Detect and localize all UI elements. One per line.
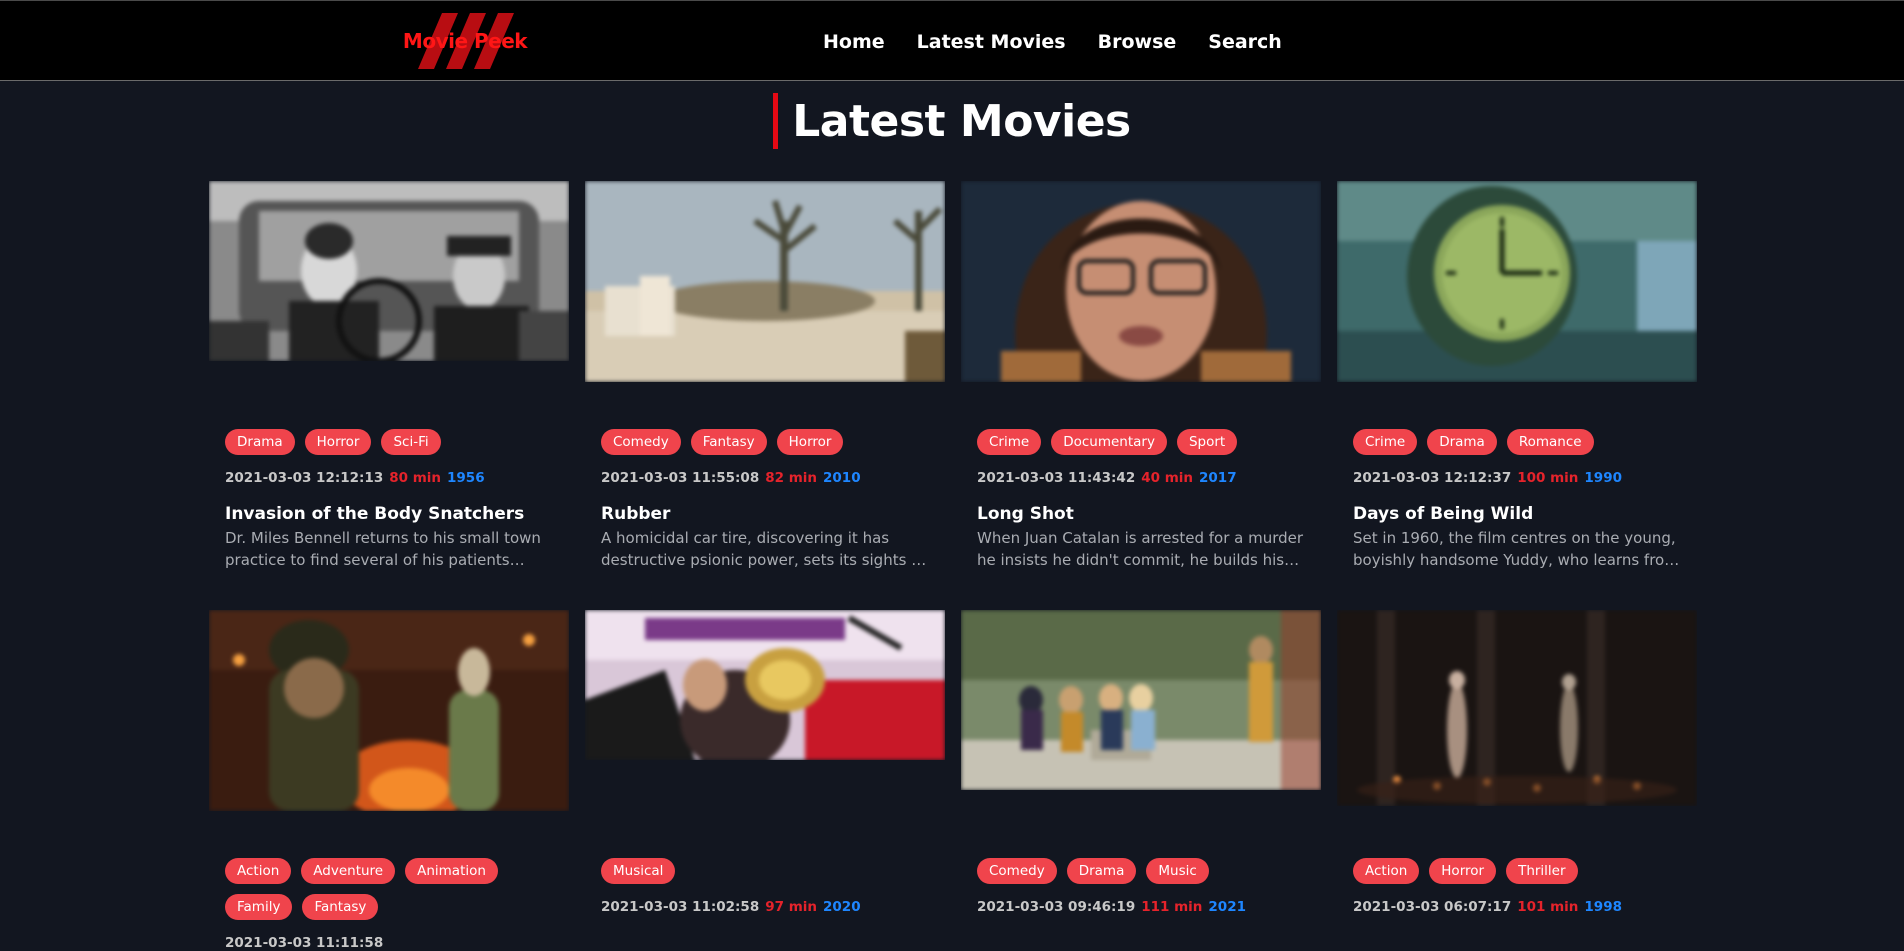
movie-title[interactable]: Invasion of the Body Snatchers [225, 504, 555, 524]
genre-tags: Comedy Fantasy Horror [601, 429, 941, 465]
genre-tag[interactable]: Sci-Fi [381, 429, 441, 455]
genre-tag[interactable]: Crime [1353, 429, 1418, 455]
movie-meta: 2021-03-03 06:07:17 101 min 1998 [1353, 899, 1622, 915]
duration: 40 min [1141, 470, 1194, 486]
release-date: 2021-03-03 12:12:37 [1353, 470, 1512, 486]
movie-meta: 2021-03-03 11:02:58 97 min 2020 [601, 899, 861, 915]
genre-tag[interactable]: Music [1146, 858, 1209, 884]
genre-tag[interactable]: Crime [977, 429, 1042, 455]
duration: 97 min [765, 899, 818, 915]
genre-tag[interactable]: Documentary [1051, 429, 1167, 455]
movie-description: Dr. Miles Bennell returns to his small t… [225, 529, 541, 569]
release-date: 2021-03-03 11:43:42 [977, 470, 1136, 486]
genre-tags: Drama Horror Sci-Fi [225, 429, 565, 465]
top-navigation-bar: Movie Peek Home Latest Movies Browse Sea… [0, 0, 1904, 81]
movie-title[interactable]: Days of Being Wild [1353, 504, 1683, 524]
genre-tags: Crime Documentary Sport [977, 429, 1317, 465]
genre-tag[interactable]: Fantasy [302, 894, 379, 920]
genre-tags: Action Adventure Animation Family Fantas… [225, 858, 565, 930]
movie-meta: 2021-03-03 09:46:19 111 min 2021 [977, 899, 1246, 915]
movie-thumbnail[interactable] [209, 610, 569, 811]
genre-tag[interactable]: Action [1353, 858, 1420, 884]
nav-search[interactable]: Search [1208, 31, 1282, 53]
genre-tags: Musical [601, 858, 941, 894]
genre-tag[interactable]: Comedy [601, 429, 681, 455]
genre-tag[interactable]: Fantasy [690, 429, 767, 455]
nav-browse[interactable]: Browse [1098, 31, 1177, 53]
release-date: 2021-03-03 12:12:13 [225, 470, 384, 486]
year: 2017 [1199, 470, 1237, 486]
genre-tag[interactable]: Thriller [1506, 858, 1578, 884]
genre-tag[interactable]: Comedy [977, 858, 1057, 884]
genre-tag[interactable]: Drama [1427, 429, 1497, 455]
genre-tag[interactable]: Action [225, 858, 292, 884]
movie-description: A homicidal car tire, discovering it has… [601, 529, 930, 569]
genre-tag[interactable]: Romance [1506, 429, 1594, 455]
movie-meta: 2021-03-03 11:55:08 82 min 2010 [601, 470, 861, 486]
year: 1990 [1584, 470, 1622, 486]
release-date: 2021-03-03 09:46:19 [977, 899, 1136, 915]
movie-thumbnail[interactable] [209, 181, 569, 361]
nav-home[interactable]: Home [823, 31, 885, 53]
year: 2021 [1208, 899, 1246, 915]
year: 2020 [823, 899, 861, 915]
duration: 111 min [1141, 899, 1203, 915]
movie-meta: 2021-03-03 12:12:37 100 min 1990 [1353, 470, 1622, 486]
release-date: 2021-03-03 06:07:17 [1353, 899, 1512, 915]
release-date: 2021-03-03 11:11:58 [225, 935, 384, 951]
year: 2010 [823, 470, 861, 486]
genre-tag[interactable]: Drama [225, 429, 295, 455]
genre-tags: Comedy Drama Music [977, 858, 1317, 894]
duration: 80 min [389, 470, 442, 486]
movie-meta: 2021-03-03 11:43:42 40 min 2017 [977, 470, 1237, 486]
duration: 101 min [1517, 899, 1579, 915]
movie-thumbnail[interactable] [585, 610, 945, 760]
movie-thumbnail[interactable] [961, 610, 1321, 790]
movie-title[interactable]: Rubber [601, 504, 931, 524]
genre-tag[interactable]: Sport [1176, 429, 1238, 455]
movie-thumbnail[interactable] [1337, 181, 1697, 382]
year: 1956 [447, 470, 485, 486]
release-date: 2021-03-03 11:55:08 [601, 470, 760, 486]
main-nav: Home Latest Movies Browse Search [823, 1, 1314, 82]
year: 1998 [1584, 899, 1622, 915]
release-date: 2021-03-03 11:02:58 [601, 899, 760, 915]
movie-meta: 2021-03-03 12:12:13 80 min 1956 [225, 470, 485, 486]
genre-tag[interactable]: Horror [304, 429, 372, 455]
movie-thumbnail[interactable] [1337, 610, 1697, 806]
page-title: Latest Movies [792, 95, 1131, 147]
nav-latest-movies[interactable]: Latest Movies [917, 31, 1066, 53]
genre-tag[interactable]: Horror [1429, 858, 1497, 884]
logo-text: Movie Peek [402, 29, 528, 53]
page-heading: Latest Movies [0, 92, 1904, 150]
logo[interactable]: Movie Peek [398, 11, 532, 71]
duration: 100 min [1517, 470, 1579, 486]
movie-title[interactable]: Long Shot [977, 504, 1307, 524]
duration: 82 min [765, 470, 818, 486]
genre-tag[interactable]: Horror [776, 429, 844, 455]
movie-thumbnail[interactable] [585, 181, 945, 382]
genre-tag[interactable]: Adventure [301, 858, 396, 884]
movie-thumbnail[interactable] [961, 181, 1321, 382]
movie-description: When Juan Catalan is arrested for a murd… [977, 529, 1304, 569]
heading-accent-bar [773, 93, 779, 149]
movie-description: Set in 1960, the film centres on the you… [1353, 529, 1679, 569]
genre-tag[interactable]: Musical [601, 858, 676, 884]
genre-tag[interactable]: Animation [405, 858, 498, 884]
genre-tag[interactable]: Drama [1066, 858, 1137, 884]
genre-tags: Crime Drama Romance [1353, 429, 1693, 465]
genre-tag[interactable]: Family [225, 894, 293, 920]
genre-tags: Action Horror Thriller [1353, 858, 1693, 894]
movie-meta: 2021-03-03 11:11:58 [225, 935, 383, 951]
